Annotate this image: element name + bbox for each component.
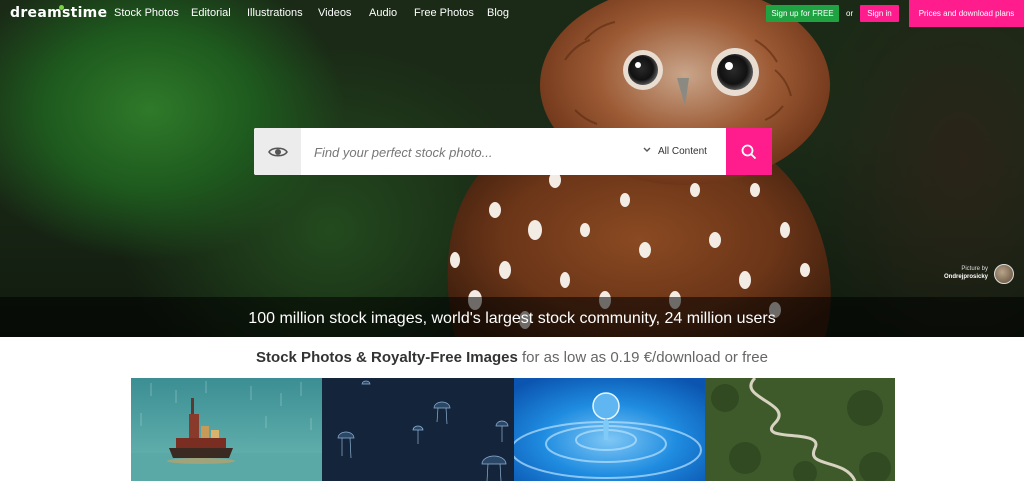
gallery-tile-water-drop[interactable] <box>514 378 705 481</box>
visual-search-button[interactable] <box>254 128 301 175</box>
nav-editorial[interactable]: Editorial <box>191 7 231 19</box>
signin-button[interactable]: Sign in <box>860 5 899 22</box>
content-filter-select[interactable]: All Content <box>658 146 707 157</box>
page-subheading: Stock Photos & Royalty-Free Images for a… <box>0 349 1024 366</box>
avatar[interactable] <box>994 264 1014 284</box>
nav-stock-photos[interactable]: Stock Photos <box>114 7 179 19</box>
hero-banner: dreamstime Stock Photos Editorial Illust… <box>0 0 1024 337</box>
nav-illustrations[interactable]: Illustrations <box>247 7 303 19</box>
gallery-tile-cargo-ship[interactable] <box>131 378 322 481</box>
or-label: or <box>846 9 854 18</box>
prices-button[interactable]: Prices and download plans <box>909 0 1024 27</box>
gallery-tile-jellyfish[interactable] <box>322 378 514 481</box>
logo-dot-icon <box>59 5 64 10</box>
top-nav: dreamstime Stock Photos Editorial Illust… <box>0 0 1024 28</box>
signup-button[interactable]: Sign up for FREE <box>766 5 839 22</box>
search-input[interactable] <box>314 142 634 162</box>
chevron-down-icon[interactable] <box>642 145 652 155</box>
credit-label: Picture by <box>961 266 988 272</box>
nav-videos[interactable]: Videos <box>318 7 351 19</box>
gallery-tile-winding-road[interactable] <box>705 378 895 481</box>
search-icon <box>741 144 757 159</box>
subheading-bold: Stock Photos & Royalty-Free Images <box>256 349 518 366</box>
eye-icon <box>267 146 288 157</box>
nav-audio[interactable]: Audio <box>369 7 397 19</box>
search-button[interactable] <box>726 128 772 175</box>
hero-tagline: 100 million stock images, world's larges… <box>248 310 776 327</box>
nav-blog[interactable]: Blog <box>487 7 509 19</box>
nav-free-photos[interactable]: Free Photos <box>414 7 474 19</box>
subheading-rest: for as low as 0.19 €/download or free <box>517 349 768 366</box>
search-bar: All Content <box>254 128 772 175</box>
credit-name[interactable]: Ondrejprosicky <box>920 273 988 281</box>
